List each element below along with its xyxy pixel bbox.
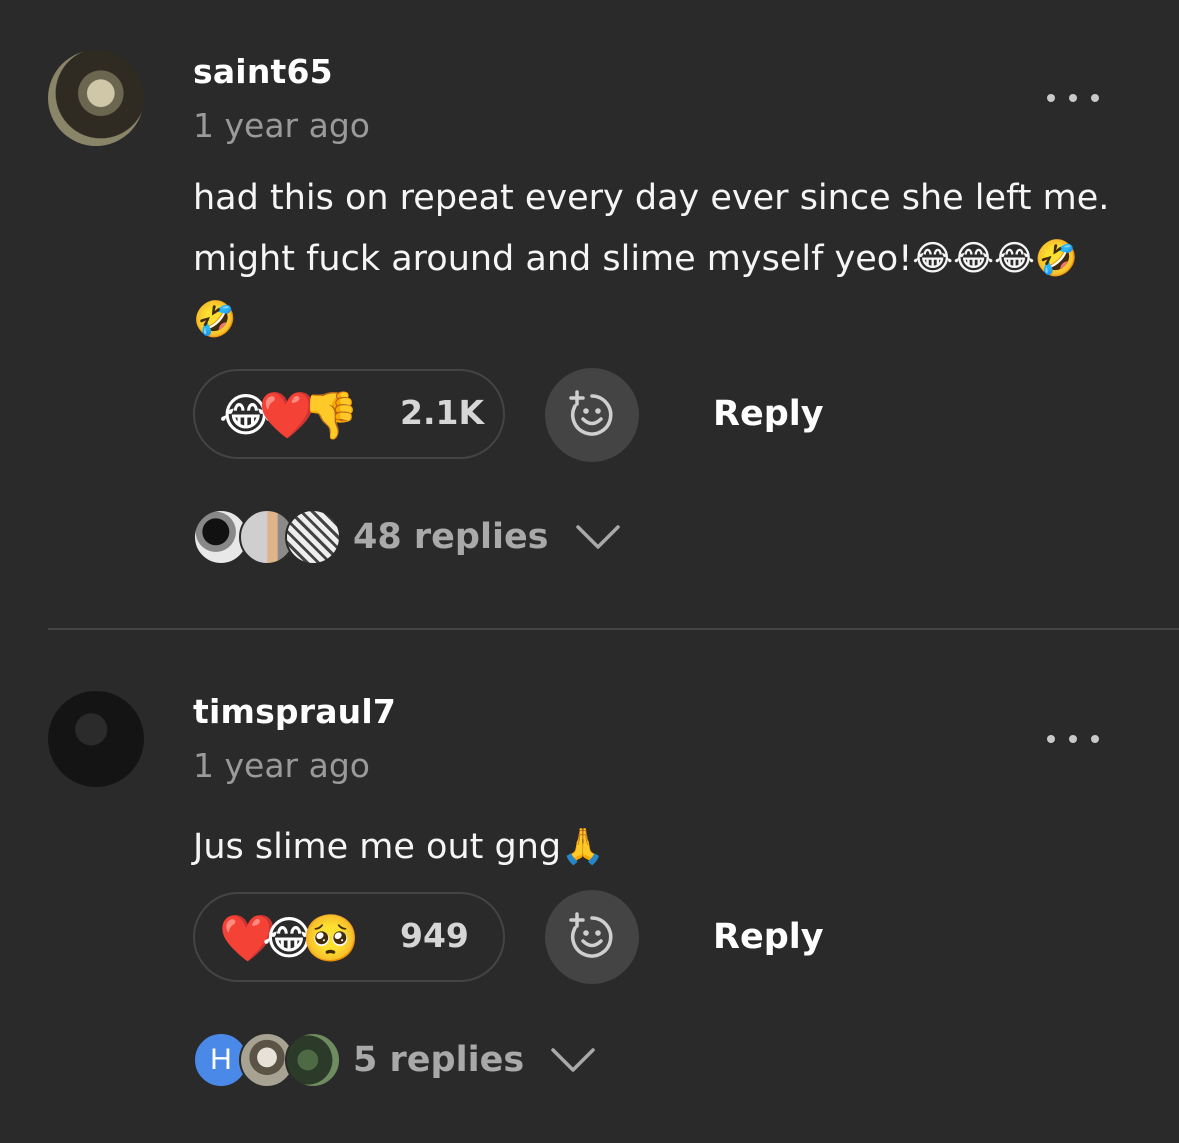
chevron-down-icon <box>575 525 620 549</box>
comment: saint65 1 year ago had this on repeat ev… <box>0 0 1179 628</box>
reaction-emojis: 😂❤️👎 <box>219 388 359 442</box>
reply-button[interactable]: Reply <box>713 917 824 957</box>
avatar[interactable] <box>48 691 144 787</box>
add-reaction-button[interactable] <box>545 368 639 462</box>
more-options-icon[interactable] <box>1047 92 1099 104</box>
comment-timestamp: 1 year ago <box>193 746 370 785</box>
comment-text-line: had this on repeat every day ever since … <box>193 178 1110 218</box>
avatar[interactable] <box>48 50 144 146</box>
comment-text-line: might fuck around and slime myself yeo!😂… <box>193 239 1079 279</box>
comment-text: had this on repeat every day ever since … <box>193 168 1123 351</box>
replier-avatars <box>193 507 343 567</box>
reaction-emojis: ❤️😂🥺 <box>219 911 359 965</box>
add-reaction-button[interactable] <box>545 890 639 984</box>
more-options-icon[interactable] <box>1047 733 1099 745</box>
view-replies-button[interactable]: 48 replies <box>193 505 621 569</box>
reactions-button[interactable]: ❤️😂🥺 949 <box>193 892 505 982</box>
comment-username[interactable]: timspraul7 <box>193 692 396 731</box>
reaction-count: 2.1K <box>400 393 485 432</box>
comment-timestamp: 1 year ago <box>193 106 370 145</box>
comment-text-line: 🤣 <box>193 300 237 340</box>
comment-text-line: Jus slime me out gng🙏 <box>193 827 605 867</box>
add-reaction-icon <box>569 912 613 958</box>
comment-text: Jus slime me out gng🙏 <box>193 817 1123 878</box>
add-reaction-icon <box>569 390 613 436</box>
comment-username[interactable]: saint65 <box>193 52 333 91</box>
chevron-down-icon <box>551 1048 595 1072</box>
reactions-button[interactable]: 😂❤️👎 2.1K <box>193 369 505 459</box>
comment: timspraul7 1 year ago Jus slime me out g… <box>0 630 1179 1143</box>
replier-avatars: H <box>193 1030 343 1090</box>
reply-button[interactable]: Reply <box>713 394 824 434</box>
avatar-initial: H <box>210 1043 232 1076</box>
avatar <box>285 1032 341 1088</box>
replies-count: 5 replies <box>353 1040 525 1080</box>
avatar <box>285 509 341 565</box>
reaction-count: 949 <box>400 916 469 955</box>
view-replies-button[interactable]: H 5 replies <box>193 1028 596 1092</box>
replies-count: 48 replies <box>353 517 549 557</box>
